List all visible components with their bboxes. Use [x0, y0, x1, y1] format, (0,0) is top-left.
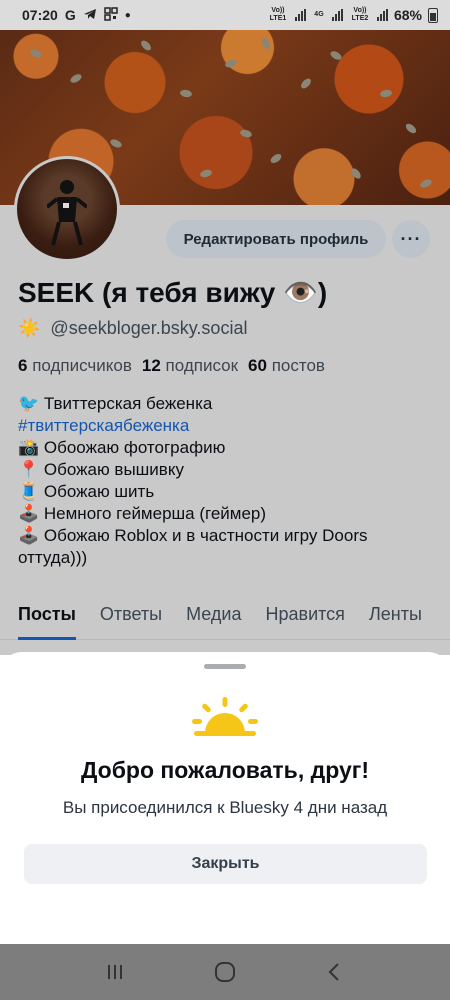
sheet-drag-handle[interactable] [204, 664, 246, 669]
close-button[interactable]: Закрыть [24, 844, 427, 884]
bio-line: 🕹️ Немного геймерша (геймер) [18, 504, 267, 523]
signal-icon [294, 9, 306, 21]
display-name: SEEK (я тебя вижу 👁️) [18, 277, 328, 308]
system-navigation-bar [0, 944, 450, 1000]
clock: 07:20 [22, 7, 58, 23]
bio-line: 📸 Обоожаю фотографию [18, 438, 226, 457]
tab-feeds[interactable]: Ленты [369, 600, 422, 640]
followers-stat[interactable]: 6 подписчиков [18, 356, 132, 376]
bio-line: 🕹️ Обожаю Roblox и в частности игру Door… [18, 526, 368, 545]
qr-icon [103, 6, 118, 24]
recent-apps-icon[interactable] [95, 952, 135, 992]
welcome-subtitle: Вы присоединился к Bluesky 4 дни назад [62, 798, 388, 817]
4g-indicator: 4G [314, 11, 324, 18]
bio-line: 🧵 Обожаю шить [18, 482, 155, 501]
more-options-button[interactable]: ··· [392, 220, 430, 258]
profile-bio: 🐦 Твиттерская беженка #твиттерскаябеженк… [18, 393, 428, 569]
sun-emoji-icon: ☀️ [18, 318, 41, 338]
signal-icon-3 [376, 9, 388, 21]
bio-line: 📍 Обожаю вышивку [18, 460, 184, 479]
handle: @seekbloger.bsky.social [50, 318, 248, 338]
tab-replies[interactable]: Ответы [100, 600, 162, 640]
status-bar: 07:20 G ● Vo)) LTE1 4G Vo)) LTE2 68% [0, 0, 450, 30]
signal-icon-2 [331, 9, 343, 21]
bio-line: 🐦 Твиттерская беженка [18, 394, 213, 413]
bio-hashtag-link[interactable]: #твиттерскаябеженка [18, 415, 428, 437]
edit-profile-button[interactable]: Редактировать профиль [166, 220, 386, 258]
battery-percent: 68% [393, 7, 422, 23]
lte2-indicator: Vo)) LTE2 [351, 7, 369, 22]
posts-stat: 60 постов [248, 356, 325, 375]
home-icon[interactable] [205, 952, 245, 992]
avatar-figure-icon [47, 180, 87, 246]
lte1-indicator: Vo)) LTE1 [269, 7, 287, 22]
tab-likes[interactable]: Нравится [266, 600, 345, 640]
following-stat[interactable]: 12 подписок [142, 356, 238, 376]
handle-row: ☀️ @seekbloger.bsky.social [18, 318, 247, 339]
google-icon: G [64, 7, 76, 23]
profile-tabs: Посты Ответы Медиа Нравится Ленты [0, 600, 450, 640]
telegram-icon [83, 7, 97, 24]
dot-icon: ● [124, 9, 131, 21]
welcome-title: Добро пожаловать, друг! [81, 757, 369, 783]
profile-stats: 6 подписчиков 12 подписок 60 постов [18, 356, 325, 376]
back-icon[interactable] [315, 952, 355, 992]
bio-line: оттуда))) [18, 548, 88, 567]
avatar[interactable] [14, 156, 120, 262]
sun-icon [192, 697, 258, 736]
battery-icon [428, 7, 438, 23]
tab-posts[interactable]: Посты [18, 600, 76, 640]
tab-media[interactable]: Медиа [186, 600, 241, 640]
